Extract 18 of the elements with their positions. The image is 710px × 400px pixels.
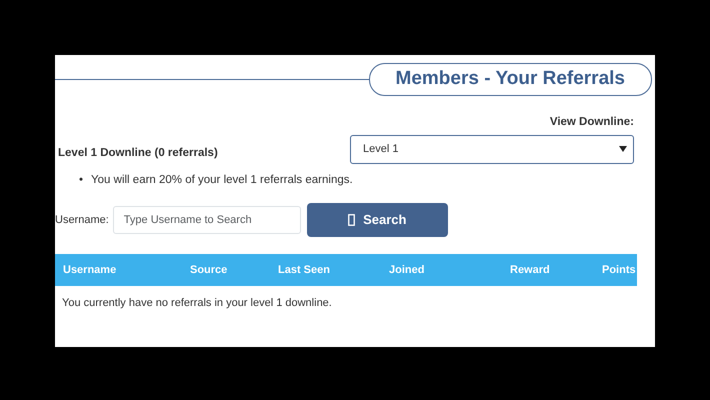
page-title: Members - Your Referrals — [368, 63, 652, 96]
column-header: Username — [63, 262, 118, 278]
downline-heading: Level 1 Downline (0 referrals) — [57, 146, 218, 160]
note-text: You will earn 20% of your level 1 referrals earnings. — [91, 172, 353, 188]
column-header: Source — [190, 262, 228, 278]
username-label: Username: — [55, 212, 109, 228]
username-field[interactable]: Type Username to Search — [112, 206, 301, 234]
column-header: Joined — [389, 262, 426, 278]
empty-message: You currently have no referrals in your level 1 downline. — [61, 296, 333, 311]
bullet: • — [79, 172, 84, 188]
downline-select[interactable]: Level 1 — [350, 134, 634, 164]
column-header: Reward — [510, 262, 551, 278]
caret-icon — [619, 146, 627, 152]
missing-glyph-icon — [348, 214, 356, 226]
search-button[interactable]: Search — [306, 203, 448, 237]
column-header: Last Seen — [278, 262, 331, 278]
column-header: Points — [602, 262, 637, 278]
view-downline-label: View Downline: — [548, 114, 634, 130]
